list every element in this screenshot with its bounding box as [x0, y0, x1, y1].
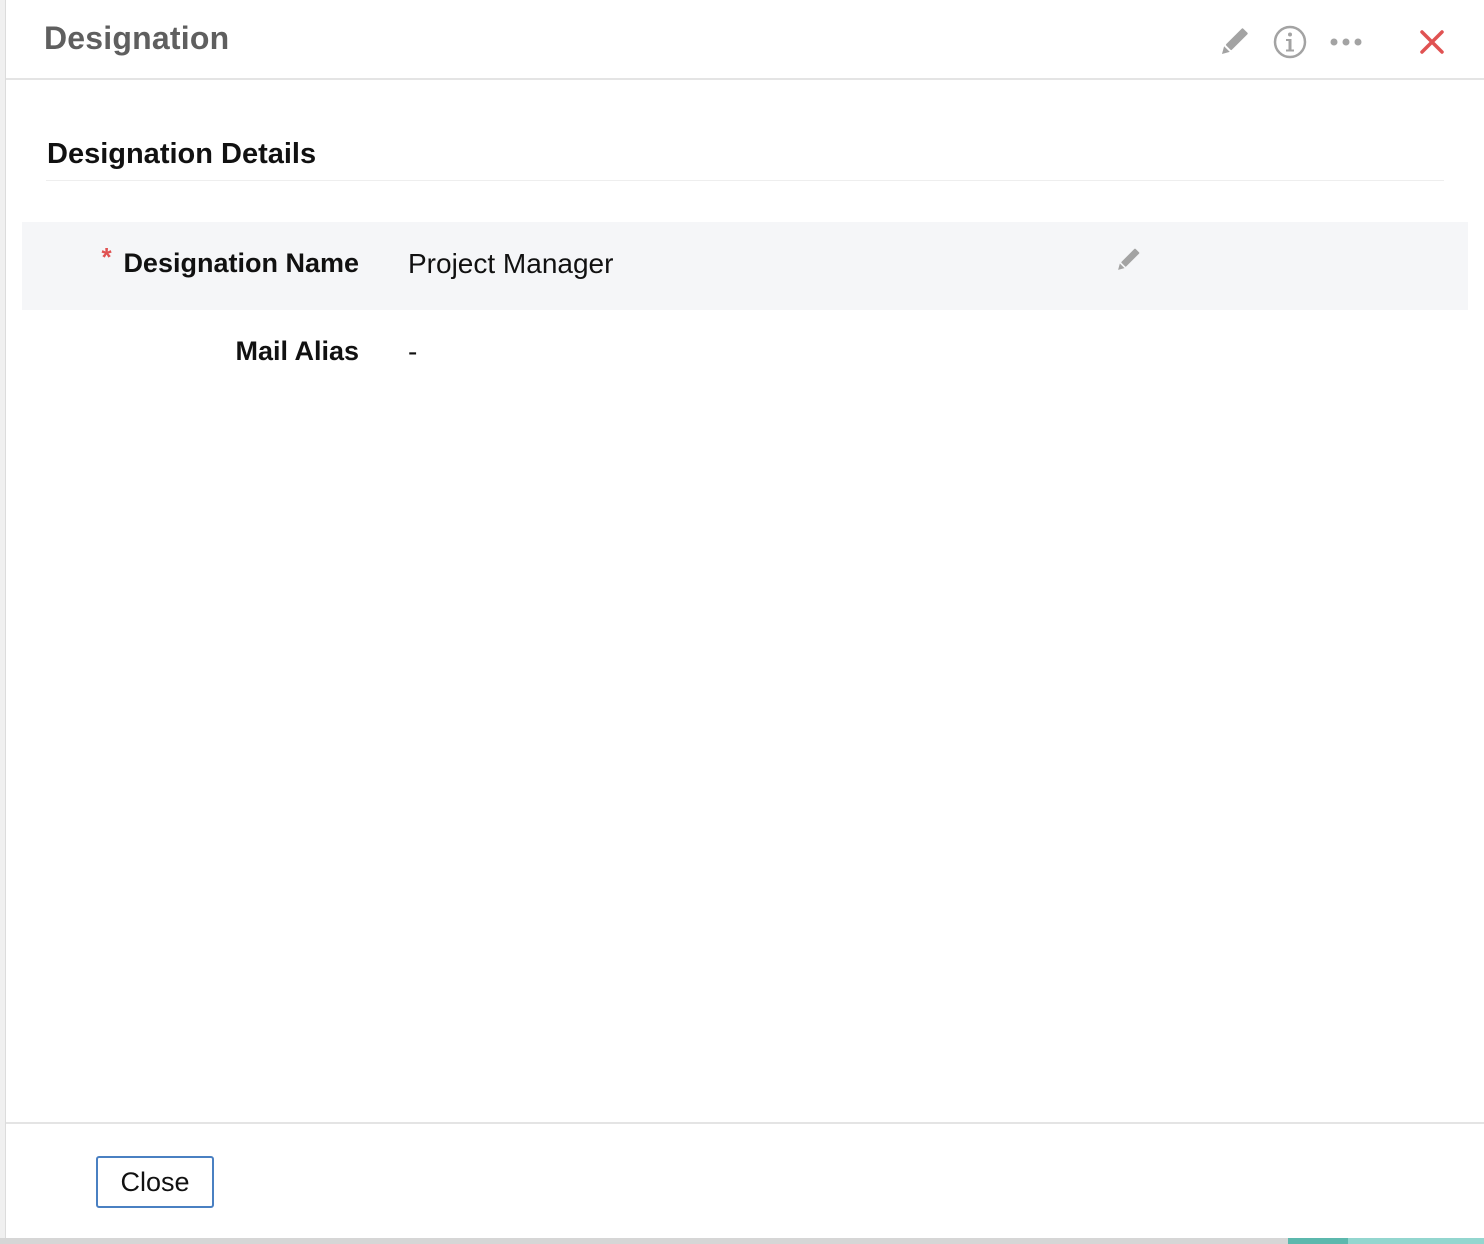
- panel-footer: Close: [6, 1122, 1484, 1240]
- bottom-border: [0, 1238, 1484, 1244]
- pencil-icon: [1217, 25, 1251, 64]
- field-value-mail-alias: -: [408, 336, 418, 367]
- bottom-accent-light: [1348, 1238, 1484, 1244]
- field-value-designation-name: Project Manager: [408, 248, 614, 279]
- field-row-mail-alias: Mail Alias -: [22, 310, 1468, 398]
- section-divider: [46, 180, 1444, 181]
- close-button[interactable]: Close: [96, 1156, 214, 1208]
- info-button[interactable]: [1270, 24, 1310, 64]
- field-label-text: Mail Alias: [235, 336, 359, 366]
- panel-header: Designation: [6, 0, 1484, 80]
- designation-panel: Designation Designation Details * Design…: [0, 0, 1484, 1244]
- info-icon: [1272, 24, 1308, 65]
- pencil-icon: [1114, 246, 1142, 279]
- close-panel-button[interactable]: [1412, 24, 1452, 64]
- panel-title: Designation: [44, 20, 230, 56]
- section-title: Designation Details: [47, 138, 317, 170]
- more-options-button[interactable]: [1326, 24, 1366, 64]
- required-indicator: *: [101, 242, 112, 272]
- bottom-accent: [1288, 1238, 1348, 1244]
- field-label-mail-alias: Mail Alias: [235, 336, 359, 367]
- field-label-designation-name: * Designation Name: [101, 242, 359, 279]
- close-icon: [1418, 28, 1446, 61]
- field-row-designation-name: * Designation Name Project Manager: [22, 222, 1468, 310]
- field-label-text: Designation Name: [123, 248, 359, 278]
- more-icon: [1328, 35, 1364, 53]
- panel-left-edge: [0, 0, 6, 1244]
- edit-button[interactable]: [1214, 24, 1254, 64]
- inline-edit-button[interactable]: [1112, 246, 1144, 278]
